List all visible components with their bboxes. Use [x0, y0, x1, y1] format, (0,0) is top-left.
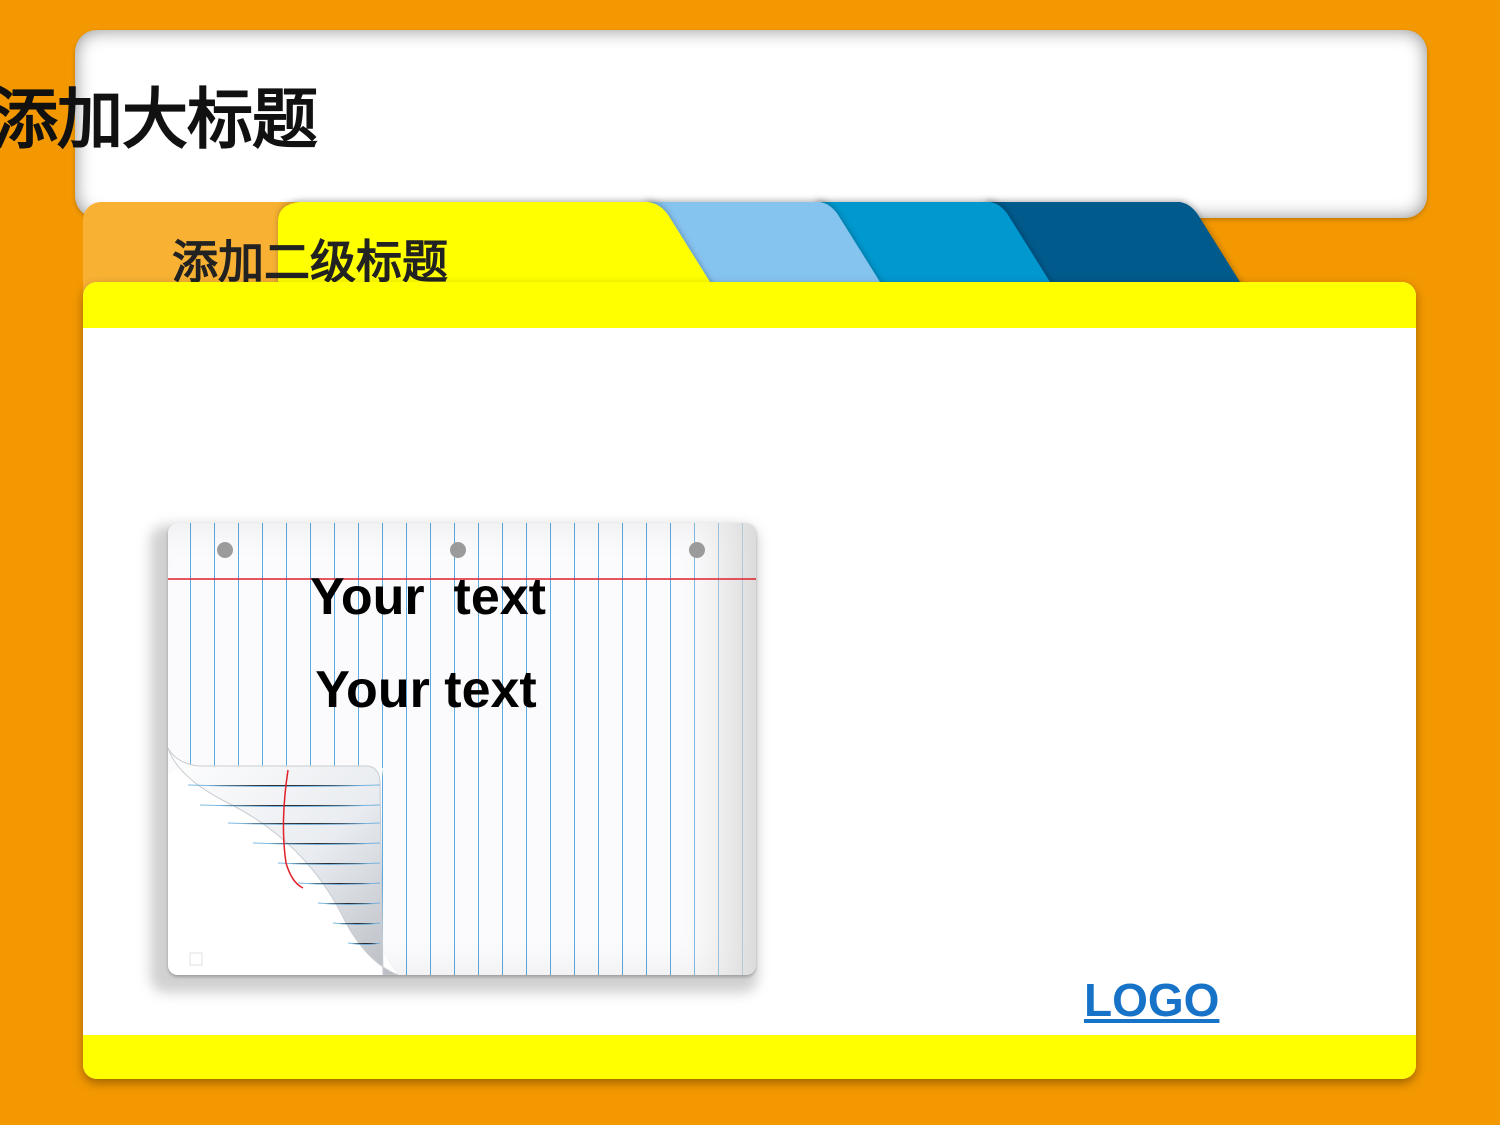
bottom-yellow-band [83, 1035, 1416, 1079]
paper-text-line-2[interactable]: Your text [168, 660, 720, 720]
paper-corner-marker [189, 952, 203, 966]
punch-hole-icon [450, 542, 466, 558]
paper-text-line-1[interactable]: Your text [168, 567, 722, 627]
notebook-paper: Your text Your text [168, 523, 756, 975]
top-yellow-band [83, 282, 1416, 328]
punch-hole-icon [689, 542, 705, 558]
punch-hole-icon [217, 542, 233, 558]
logo-link[interactable]: LOGO [1084, 972, 1219, 1028]
